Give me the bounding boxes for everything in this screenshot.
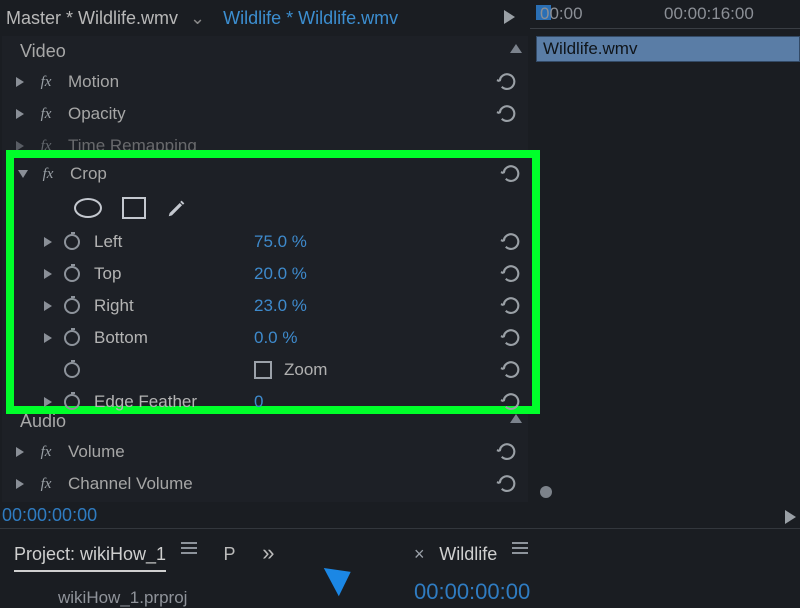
crop-effect-highlighted: fx Crop Left 75.0 % Top 20.0 % Right 23.… bbox=[6, 150, 540, 414]
reset-icon[interactable] bbox=[496, 71, 518, 93]
effect-row-motion[interactable]: fx Motion bbox=[2, 66, 528, 98]
active-clip-tab[interactable]: Wildlife * Wildlife.wmv bbox=[223, 8, 398, 29]
project-file-row[interactable]: wikiHow_1.prproj bbox=[14, 588, 386, 608]
expand-chevron-icon[interactable] bbox=[16, 479, 24, 489]
fx-badge-icon: fx bbox=[36, 106, 56, 123]
effect-row-volume[interactable]: fx Volume bbox=[2, 436, 528, 468]
video-section-header[interactable]: Video bbox=[2, 36, 528, 66]
opacity-label: Opacity bbox=[68, 104, 126, 124]
crop-edge-feather-label: Edge Feather bbox=[94, 392, 254, 412]
effect-row-channel-volume[interactable]: fx Channel Volume bbox=[2, 468, 528, 500]
reset-icon[interactable] bbox=[500, 391, 522, 413]
channel-volume-label: Channel Volume bbox=[68, 474, 193, 494]
reset-icon[interactable] bbox=[500, 295, 522, 317]
rectangle-mask-icon[interactable] bbox=[122, 197, 146, 219]
source-timecode[interactable]: 00:00:00:00 bbox=[414, 579, 786, 605]
crop-right-value[interactable]: 23.0 % bbox=[254, 296, 307, 316]
project-panel-tab[interactable]: Project: wikiHow_1 bbox=[14, 544, 166, 572]
crop-edge-feather-value[interactable]: 0 bbox=[254, 392, 263, 412]
play-forward-icon[interactable] bbox=[785, 510, 796, 524]
stopwatch-icon[interactable] bbox=[64, 330, 80, 346]
play-icon[interactable] bbox=[504, 10, 515, 24]
panel-menu-icon[interactable] bbox=[512, 539, 528, 557]
project-panel: Project: wikiHow_1 P » wikiHow_1.prproj bbox=[0, 529, 400, 600]
collapse-up-icon[interactable] bbox=[510, 44, 522, 53]
volume-label: Volume bbox=[68, 442, 125, 462]
crop-left-row: Left 75.0 % bbox=[14, 226, 532, 258]
crop-bottom-row: Bottom 0.0 % bbox=[14, 322, 532, 354]
timeline-ruler[interactable] bbox=[530, 28, 800, 34]
fx-badge-icon: fx bbox=[38, 166, 58, 183]
crop-top-row: Top 20.0 % bbox=[14, 258, 532, 290]
ellipse-mask-icon[interactable] bbox=[74, 198, 102, 218]
expand-chevron-icon[interactable] bbox=[16, 447, 24, 457]
expand-chevron-icon[interactable] bbox=[44, 301, 52, 311]
effect-row-opacity[interactable]: fx Opacity bbox=[2, 98, 528, 130]
bottom-panels: Project: wikiHow_1 P » wikiHow_1.prproj … bbox=[0, 528, 800, 600]
mini-timeline[interactable]: 00:00 00:00:16:00 Wildlife.wmv bbox=[530, 0, 800, 64]
expand-chevron-icon[interactable] bbox=[44, 269, 52, 279]
crop-zoom-label: Zoom bbox=[284, 360, 327, 380]
fx-badge-icon: fx bbox=[36, 476, 56, 493]
crop-mask-shape-buttons bbox=[14, 190, 532, 226]
reset-icon[interactable] bbox=[496, 441, 518, 463]
reset-icon[interactable] bbox=[500, 359, 522, 381]
expand-chevron-icon[interactable] bbox=[44, 237, 52, 247]
expand-chevron-icon[interactable] bbox=[16, 77, 24, 87]
timeline-tick-1: 00:00:16:00 bbox=[664, 4, 754, 24]
reset-icon[interactable] bbox=[500, 231, 522, 253]
crop-bottom-value[interactable]: 0.0 % bbox=[254, 328, 297, 348]
crop-bottom-label: Bottom bbox=[94, 328, 254, 348]
crop-right-row: Right 23.0 % bbox=[14, 290, 532, 322]
motion-label: Motion bbox=[68, 72, 119, 92]
reset-icon[interactable] bbox=[496, 103, 518, 125]
panel-menu-icon[interactable] bbox=[181, 539, 197, 557]
stopwatch-icon[interactable] bbox=[64, 362, 80, 378]
effect-row-crop[interactable]: fx Crop bbox=[14, 158, 532, 190]
crop-label: Crop bbox=[70, 164, 107, 184]
reset-icon[interactable] bbox=[500, 263, 522, 285]
fx-badge-icon: fx bbox=[36, 74, 56, 91]
stopwatch-icon[interactable] bbox=[64, 234, 80, 250]
crop-top-label: Top bbox=[94, 264, 254, 284]
reset-icon[interactable] bbox=[500, 163, 522, 185]
crop-zoom-row: Zoom bbox=[14, 354, 532, 386]
stopwatch-icon[interactable] bbox=[64, 298, 80, 314]
expand-chevron-icon[interactable] bbox=[16, 109, 24, 119]
panel-shortcut-label[interactable]: P bbox=[224, 544, 236, 564]
reset-icon[interactable] bbox=[496, 473, 518, 495]
stopwatch-icon[interactable] bbox=[64, 266, 80, 282]
crop-left-label: Left bbox=[94, 232, 254, 252]
stopwatch-icon[interactable] bbox=[64, 394, 80, 410]
close-tab-icon[interactable]: × bbox=[414, 544, 425, 564]
video-section-label: Video bbox=[20, 41, 66, 62]
source-panel: × Wildlife 00:00:00:00 bbox=[400, 529, 800, 600]
crop-left-value[interactable]: 75.0 % bbox=[254, 232, 307, 252]
master-clip-tab[interactable]: Master * Wildlife.wmv bbox=[6, 8, 178, 29]
scrub-handle-icon[interactable] bbox=[540, 486, 552, 498]
overflow-arrows-icon[interactable]: » bbox=[262, 540, 268, 565]
dropdown-chevron-icon[interactable]: ⌄ bbox=[190, 8, 205, 29]
collapse-chevron-icon[interactable] bbox=[18, 170, 28, 178]
reset-icon[interactable] bbox=[500, 327, 522, 349]
timeline-tick-0: 00:00 bbox=[540, 4, 583, 24]
zoom-checkbox[interactable] bbox=[254, 361, 272, 379]
panel-timecode[interactable]: 00:00:00:00 bbox=[0, 505, 97, 526]
expand-chevron-icon[interactable] bbox=[44, 397, 52, 407]
crop-top-value[interactable]: 20.0 % bbox=[254, 264, 307, 284]
timeline-clip[interactable]: Wildlife.wmv bbox=[536, 36, 800, 62]
pen-mask-icon[interactable] bbox=[166, 197, 188, 219]
source-panel-tab[interactable]: Wildlife bbox=[439, 544, 497, 565]
expand-chevron-icon[interactable] bbox=[44, 333, 52, 343]
crop-right-label: Right bbox=[94, 296, 254, 316]
crop-edge-feather-row: Edge Feather 0 bbox=[14, 386, 532, 418]
fx-badge-icon: fx bbox=[36, 444, 56, 461]
